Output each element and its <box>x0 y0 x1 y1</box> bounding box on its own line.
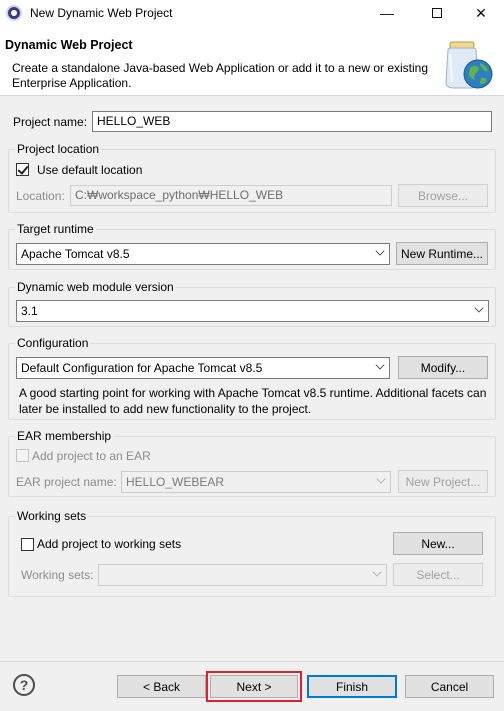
chevron-down-icon <box>375 360 385 370</box>
new-ear-project-button[interactable]: New Project... <box>398 470 488 493</box>
project-location-group-title: Project location <box>15 142 102 156</box>
minimize-button[interactable]: — <box>364 0 410 26</box>
working-sets-label: Working sets: <box>21 568 94 582</box>
close-icon: ✕ <box>475 4 487 21</box>
ear-membership-group-title: EAR membership <box>15 429 114 443</box>
location-input[interactable]: C:₩workspace_python₩HELLO_WEB <box>70 185 392 206</box>
module-version-group-title: Dynamic web module version <box>15 280 176 294</box>
target-runtime-select[interactable]: Apache Tomcat v8.5 <box>16 243 390 265</box>
web-project-jar-globe-icon <box>445 41 493 89</box>
configuration-group-title: Configuration <box>15 336 91 350</box>
project-name-input[interactable]: HELLO_WEB <box>92 111 492 132</box>
next-button[interactable]: Next > <box>206 671 302 702</box>
new-working-set-button[interactable]: New... <box>393 532 483 555</box>
configuration-select[interactable]: Default Configuration for Apache Tomcat … <box>16 357 390 379</box>
cancel-button[interactable]: Cancel <box>405 675 494 698</box>
chevron-down-icon <box>372 567 382 577</box>
working-sets-group-title: Working sets <box>15 509 89 523</box>
use-default-location-label[interactable]: Use default location <box>37 163 142 177</box>
window-titlebar[interactable]: New Dynamic Web Project — ✕ <box>0 0 504 26</box>
configuration-value: Default Configuration for Apache Tomcat … <box>21 361 263 375</box>
module-version-select[interactable]: 3.1 <box>16 300 489 322</box>
browse-button[interactable]: Browse... <box>398 184 488 207</box>
modify-button[interactable]: Modify... <box>398 356 488 379</box>
wizard-page-title: Dynamic Web Project <box>5 38 133 52</box>
working-sets-select[interactable] <box>98 564 387 586</box>
wizard-page-description: Create a standalone Java-based Web Appli… <box>12 61 429 90</box>
new-runtime-button[interactable]: New Runtime... <box>396 242 488 265</box>
configuration-description: A good starting point for working with A… <box>19 386 487 416</box>
help-icon[interactable]: ? <box>13 674 35 696</box>
add-to-working-sets-label[interactable]: Add project to working sets <box>37 537 181 551</box>
chevron-down-icon <box>376 474 386 484</box>
location-label: Location: <box>16 189 65 203</box>
project-name-label: Project name: <box>13 115 88 129</box>
window-title: New Dynamic Web Project <box>30 6 173 20</box>
finish-button[interactable]: Finish <box>307 675 397 698</box>
eclipse-app-icon <box>6 5 22 21</box>
maximize-icon <box>432 8 442 18</box>
target-runtime-value: Apache Tomcat v8.5 <box>21 247 130 261</box>
add-to-ear-label[interactable]: Add project to an EAR <box>32 449 151 463</box>
ear-project-select[interactable]: HELLO_WEBEAR <box>121 471 391 493</box>
add-to-working-sets-checkbox[interactable] <box>21 538 34 551</box>
maximize-button[interactable] <box>414 0 460 26</box>
chevron-down-icon <box>375 246 385 256</box>
wizard-header: Dynamic Web Project Create a standalone … <box>0 26 504 96</box>
chevron-down-icon <box>474 303 484 313</box>
minimize-icon: — <box>380 5 394 21</box>
ear-project-value: HELLO_WEBEAR <box>126 475 225 489</box>
select-working-sets-button[interactable]: Select... <box>393 563 483 586</box>
target-runtime-group-title: Target runtime <box>15 222 96 236</box>
ear-project-name-label: EAR project name: <box>16 475 117 489</box>
back-button[interactable]: < Back <box>117 675 206 698</box>
use-default-location-checkbox[interactable] <box>16 163 29 176</box>
add-to-ear-checkbox[interactable] <box>16 449 29 462</box>
module-version-value: 3.1 <box>21 304 38 318</box>
close-button[interactable]: ✕ <box>458 0 504 26</box>
